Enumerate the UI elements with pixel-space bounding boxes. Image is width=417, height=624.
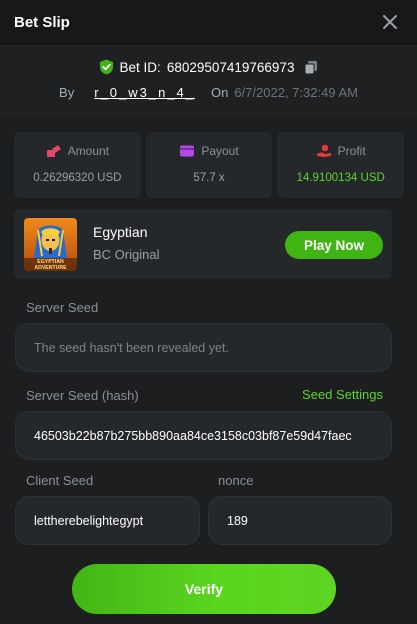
modal-body: Bet ID: 68029507419766973 By r_0_w3_n_4_… (0, 46, 417, 624)
bet-author-row: By r_0_w3_n_4_ On 6/7/2022, 7:32:49 AM (0, 83, 417, 101)
game-card: EGYPTIAN ADVENTURE Egyptian BC Original … (14, 209, 392, 279)
stat-amount: Amount 0.26296320 USD (14, 132, 141, 198)
stat-payout: Payout 57.7 x (145, 132, 273, 198)
modal-title: Bet Slip (14, 14, 70, 31)
hand-coin-icon (316, 144, 331, 157)
bet-slip-modal: Bet Slip Bet ID: 68029507419766973 By r_… (0, 0, 417, 624)
wallet-icon (180, 145, 195, 157)
client-seed-field[interactable]: lettherebelightegypt (15, 496, 200, 545)
bet-id-value: 68029507419766973 (166, 59, 295, 75)
bet-id-row: Bet ID: 68029507419766973 (0, 58, 417, 76)
seed-settings-link[interactable]: Seed Settings (302, 387, 383, 402)
bet-info-band (0, 46, 417, 116)
play-now-button[interactable]: Play Now (285, 231, 383, 259)
on-label: On (211, 84, 229, 100)
stat-payout-value: 57.7 x (193, 172, 225, 184)
bet-id-label: Bet ID: (119, 59, 161, 75)
verified-shield-icon (99, 59, 113, 75)
bet-stats: Amount 0.26296320 USD Payout 57.7 x Prof… (14, 132, 405, 198)
server-seed-hash-field[interactable]: 46503b22b87b275bb890aa84ce3158c03bf87e59… (15, 411, 392, 460)
stat-amount-label: Amount (67, 144, 110, 158)
game-thumb-caption: EGYPTIAN ADVENTURE (34, 259, 67, 271)
client-seed-label: Client Seed (26, 473, 94, 488)
stat-profit-label: Profit (337, 144, 366, 158)
server-seed-hash-label: Server Seed (hash) (26, 388, 139, 403)
server-seed-field[interactable]: The seed hasn't been revealed yet. (15, 323, 392, 372)
game-thumbnail[interactable]: EGYPTIAN ADVENTURE (24, 218, 77, 271)
game-name: Egyptian (93, 224, 148, 240)
verify-button[interactable]: Verify (72, 564, 336, 614)
coins-icon (46, 145, 61, 157)
stat-payout-label: Payout (201, 144, 239, 158)
close-icon[interactable] (381, 13, 399, 31)
stat-amount-value: 0.26296320 USD (33, 172, 122, 184)
username-link[interactable]: r_0_w3_n_4_ (94, 85, 195, 100)
copy-icon[interactable] (304, 60, 318, 75)
stat-profit-value: 14.9100134 USD (296, 172, 385, 184)
by-label: By (59, 84, 75, 100)
nonce-field[interactable]: 189 (208, 496, 392, 545)
nonce-label: nonce (218, 473, 254, 488)
modal-header: Bet Slip (0, 0, 417, 46)
stat-profit: Profit 14.9100134 USD (277, 132, 405, 198)
bet-datetime: 6/7/2022, 7:32:49 AM (234, 84, 358, 100)
server-seed-label: Server Seed (26, 300, 99, 315)
game-provider: BC Original (93, 247, 160, 262)
